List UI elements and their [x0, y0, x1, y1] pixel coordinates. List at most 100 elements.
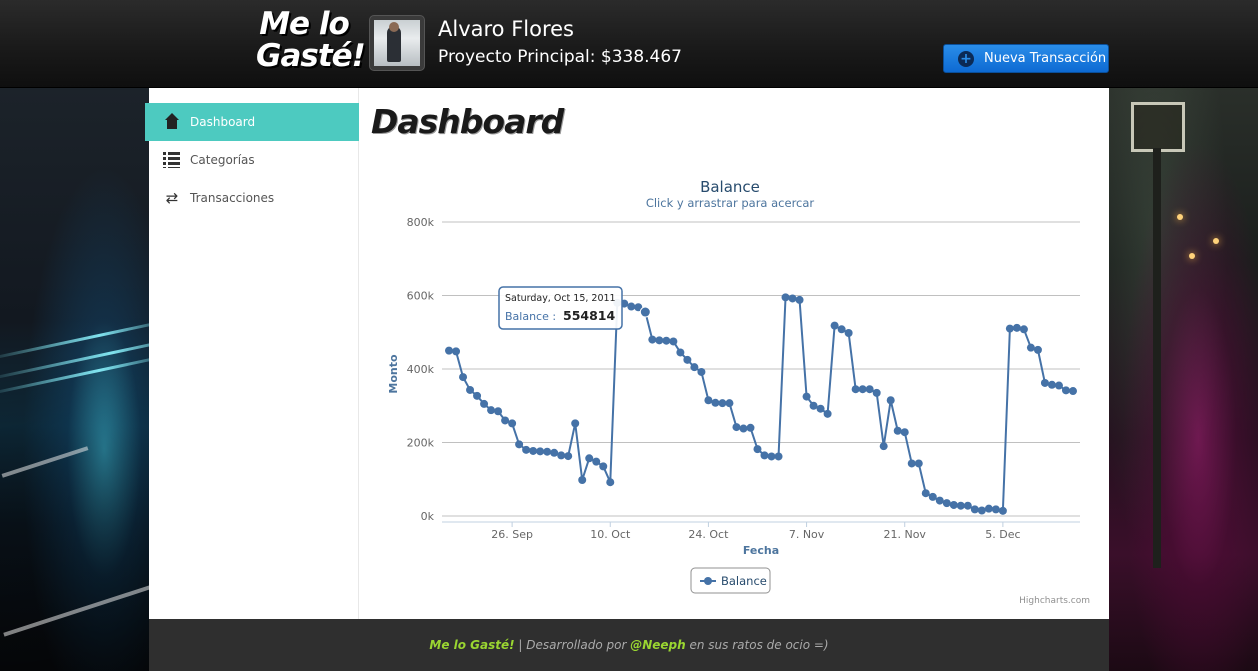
data-point[interactable]	[592, 457, 601, 466]
data-point[interactable]	[970, 505, 979, 514]
app-logo[interactable]: Me lo Gasté!	[256, 8, 366, 78]
data-point[interactable]	[956, 501, 965, 510]
data-point[interactable]	[487, 406, 496, 415]
data-point[interactable]	[578, 475, 587, 484]
data-point[interactable]	[522, 445, 531, 454]
data-point[interactable]	[662, 336, 671, 345]
data-point[interactable]	[963, 501, 972, 510]
data-point[interactable]	[977, 506, 986, 515]
data-point[interactable]	[690, 363, 699, 372]
data-point[interactable]	[893, 426, 902, 435]
footer-brand[interactable]: Me lo Gasté!	[429, 638, 514, 652]
data-point[interactable]	[1005, 324, 1014, 333]
avatar[interactable]	[369, 15, 425, 71]
data-point[interactable]	[844, 328, 853, 337]
data-point[interactable]	[886, 396, 895, 405]
data-point[interactable]	[900, 428, 909, 437]
data-point[interactable]	[795, 295, 804, 304]
data-point[interactable]	[1054, 381, 1063, 390]
data-point[interactable]	[732, 423, 741, 432]
data-point[interactable]	[984, 504, 993, 513]
data-point[interactable]	[473, 391, 482, 400]
data-point[interactable]	[865, 385, 874, 394]
data-point[interactable]	[823, 409, 832, 418]
chart-svg[interactable]: Balance Click y arrastrar para acercar 0…	[371, 168, 1101, 613]
data-point[interactable]	[1033, 345, 1042, 354]
data-point[interactable]	[767, 452, 776, 461]
data-point[interactable]	[508, 419, 517, 428]
chart-credits[interactable]: Highcharts.com	[1019, 596, 1090, 606]
sidebar-item-categorias[interactable]: Categorías	[145, 141, 359, 179]
data-point[interactable]	[543, 447, 552, 456]
data-point[interactable]	[599, 462, 608, 471]
data-point[interactable]	[1012, 323, 1021, 332]
data-point[interactable]	[914, 459, 923, 468]
data-point[interactable]	[669, 337, 678, 346]
data-point[interactable]	[529, 446, 538, 455]
data-point[interactable]	[739, 424, 748, 433]
data-point[interactable]	[725, 399, 734, 408]
data-point[interactable]	[1019, 325, 1028, 334]
data-point[interactable]	[571, 419, 580, 428]
data-point[interactable]	[802, 392, 811, 401]
new-transaction-button[interactable]: + Nueva Transacción	[943, 44, 1109, 73]
data-point[interactable]	[515, 440, 524, 449]
data-point[interactable]	[998, 506, 1007, 515]
data-point[interactable]	[1061, 386, 1070, 395]
data-point[interactable]	[921, 489, 930, 498]
data-point[interactable]	[746, 423, 755, 432]
data-point[interactable]	[697, 367, 706, 376]
data-point[interactable]	[655, 336, 664, 345]
data-point[interactable]	[683, 355, 692, 364]
data-point[interactable]	[1040, 378, 1049, 387]
data-point[interactable]	[858, 385, 867, 394]
data-point[interactable]	[809, 401, 818, 410]
data-point[interactable]	[606, 478, 615, 487]
data-point[interactable]	[928, 492, 937, 501]
data-point[interactable]	[788, 294, 797, 303]
data-point[interactable]	[494, 407, 503, 416]
data-point[interactable]	[816, 404, 825, 413]
data-point[interactable]	[830, 321, 839, 330]
data-point[interactable]	[585, 454, 594, 463]
data-point[interactable]	[648, 335, 657, 344]
data-point[interactable]	[550, 448, 559, 457]
data-point[interactable]	[753, 445, 762, 454]
data-point[interactable]	[704, 396, 713, 405]
data-point[interactable]	[1068, 387, 1077, 396]
data-point[interactable]	[935, 496, 944, 505]
data-point[interactable]	[627, 302, 636, 311]
data-point[interactable]	[564, 452, 573, 461]
data-point[interactable]	[781, 293, 790, 302]
data-point[interactable]	[851, 385, 860, 394]
data-point[interactable]	[872, 388, 881, 397]
data-point[interactable]	[452, 347, 461, 356]
data-point[interactable]	[991, 505, 1000, 514]
sidebar-item-transacciones[interactable]: ⇄ Transacciones	[145, 179, 359, 217]
data-point[interactable]	[760, 451, 769, 460]
chart-legend[interactable]: Balance	[690, 567, 771, 594]
data-point[interactable]	[837, 325, 846, 334]
sidebar-item-dashboard[interactable]: Dashboard	[145, 103, 359, 141]
data-point[interactable]	[445, 346, 454, 355]
data-point[interactable]	[501, 416, 510, 425]
data-point[interactable]	[942, 499, 951, 508]
data-point[interactable]	[1047, 380, 1056, 389]
data-point[interactable]	[1026, 343, 1035, 352]
data-point[interactable]	[466, 385, 475, 394]
legend-item-balance[interactable]: Balance	[721, 574, 767, 588]
data-point[interactable]	[557, 451, 566, 460]
data-point[interactable]	[949, 500, 958, 509]
data-point[interactable]	[711, 398, 720, 407]
data-point[interactable]	[718, 399, 727, 408]
data-point[interactable]	[480, 399, 489, 408]
data-point[interactable]	[676, 348, 685, 357]
data-point[interactable]	[459, 373, 468, 382]
data-point[interactable]	[536, 447, 545, 456]
data-point[interactable]	[774, 452, 783, 461]
data-point[interactable]	[907, 459, 916, 468]
data-point[interactable]	[879, 442, 888, 451]
hovered-point[interactable]	[639, 306, 651, 318]
balance-chart[interactable]: Balance Click y arrastrar para acercar 0…	[371, 168, 1101, 613]
footer-author-link[interactable]: @Neeph	[630, 638, 685, 652]
